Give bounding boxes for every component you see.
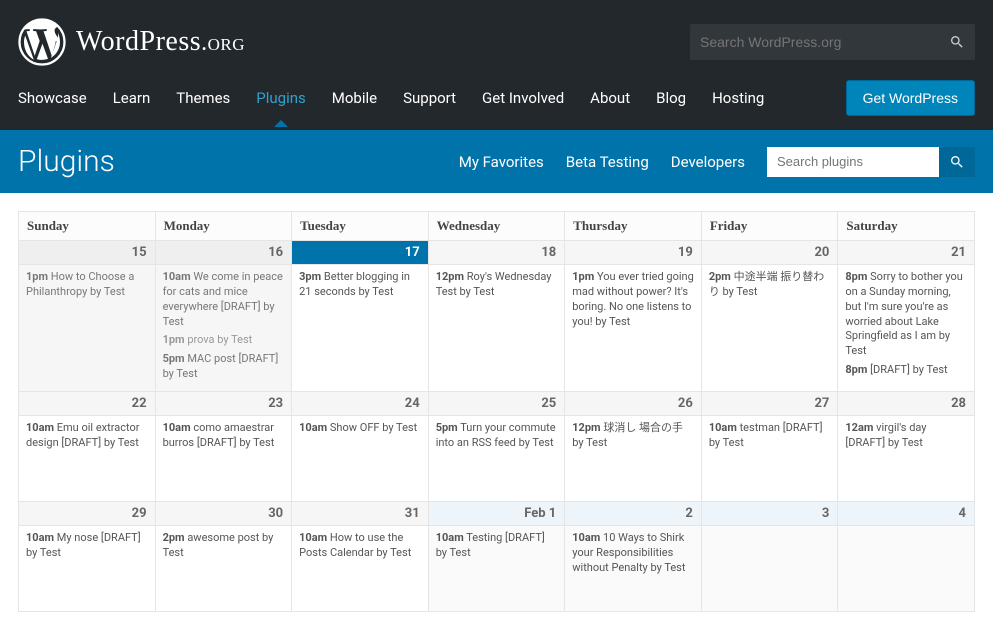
- calendar-event[interactable]: 10am 10 Ways to Shirk your Responsibilit…: [572, 531, 694, 576]
- day-number: 29: [19, 502, 155, 526]
- calendar-event[interactable]: 10am como amaestrar burros [DRAFT] by Te…: [163, 421, 285, 451]
- calendar-event[interactable]: 3pm Better blogging in 21 seconds by Tes…: [299, 270, 421, 300]
- nav-item[interactable]: Learn: [113, 83, 151, 113]
- calendar-day[interactable]: 18 12pm Roy's Wednesday Test by Test: [428, 241, 565, 392]
- calendar-day[interactable]: 23 10am como amaestrar burros [DRAFT] by …: [155, 391, 292, 501]
- calendar-day[interactable]: 25 5pm Turn your commute into an RSS feed…: [428, 391, 565, 501]
- calendar-event[interactable]: 10am Testing [DRAFT] by Test: [436, 531, 558, 561]
- calendar-day[interactable]: 28 12am virgil's day [DRAFT] by Test: [838, 391, 975, 501]
- day-number: 21: [838, 241, 974, 265]
- day-number: 31: [292, 502, 428, 526]
- calendar-event[interactable]: 10am We come in peace for cats and mice …: [163, 270, 285, 329]
- calendar-day[interactable]: 24 10am Show OFF by Test: [292, 391, 429, 501]
- calendar-day[interactable]: 19 1pm You ever tried going mad without p…: [565, 241, 702, 392]
- day-header: Monday: [155, 212, 292, 241]
- day-number: Feb 1: [429, 502, 565, 526]
- search-icon: [949, 154, 965, 170]
- nav-item[interactable]: Themes: [176, 83, 230, 113]
- day-number: 19: [565, 241, 701, 265]
- calendar-event[interactable]: 5pm MAC post [DRAFT] by Test: [163, 352, 285, 382]
- nav-item[interactable]: Showcase: [18, 83, 87, 113]
- day-number: 28: [838, 392, 974, 416]
- nav-item[interactable]: Blog: [656, 83, 686, 113]
- calendar-event[interactable]: 10am My nose [DRAFT] by Test: [26, 531, 148, 561]
- calendar-event[interactable]: 12pm Roy's Wednesday Test by Test: [436, 270, 558, 300]
- day-number: 18: [429, 241, 565, 265]
- nav-item[interactable]: Get Involved: [482, 83, 564, 113]
- calendar-event[interactable]: 5pm Turn your commute into an RSS feed b…: [436, 421, 558, 451]
- day-header: Thursday: [565, 212, 702, 241]
- calendar-event[interactable]: 1pm prova by Test: [163, 333, 285, 348]
- day-header: Sunday: [19, 212, 156, 241]
- day-number: 23: [156, 392, 292, 416]
- search-icon: [949, 34, 965, 50]
- link-developers[interactable]: Developers: [671, 153, 745, 171]
- nav-item[interactable]: Hosting: [712, 83, 764, 113]
- day-number: 15: [19, 241, 155, 265]
- day-header: Saturday: [838, 212, 975, 241]
- day-number: 24: [292, 392, 428, 416]
- day-number: 30: [156, 502, 292, 526]
- day-header: Wednesday: [428, 212, 565, 241]
- calendar-event[interactable]: 12am virgil's day [DRAFT] by Test: [845, 421, 967, 451]
- global-search[interactable]: [690, 24, 975, 60]
- calendar-event[interactable]: 8pm [DRAFT] by Test: [845, 363, 967, 378]
- day-number: 27: [702, 392, 838, 416]
- top-bar: WordPress.org Showcase Learn Themes Plugins…: [0, 0, 993, 130]
- calendar-day[interactable]: 27 10am testman [DRAFT] by Test: [701, 391, 838, 501]
- site-name: WordPress: [76, 26, 201, 57]
- plugin-search: [767, 147, 975, 177]
- page-title: Plugins: [18, 144, 115, 179]
- calendar-event[interactable]: 12pm 球消し 場合の手 by Test: [572, 421, 694, 451]
- plugin-search-input[interactable]: [767, 147, 939, 177]
- site-logo[interactable]: WordPress.org: [18, 18, 245, 66]
- nav-item[interactable]: About: [590, 83, 630, 113]
- section-header: Plugins My Favorites Beta Testing Develo…: [0, 130, 993, 193]
- calendar-event[interactable]: 1pm You ever tried going mad without pow…: [572, 270, 694, 329]
- link-beta-testing[interactable]: Beta Testing: [566, 153, 649, 171]
- calendar-day[interactable]: 22 10am Emu oil extractor design [DRAFT] …: [19, 391, 156, 501]
- nav-item[interactable]: Mobile: [332, 83, 377, 113]
- calendar-day[interactable]: 17 3pm Better blogging in 21 seconds by T…: [292, 241, 429, 392]
- global-search-input[interactable]: [700, 34, 949, 50]
- nav-item[interactable]: Support: [403, 83, 456, 113]
- primary-nav: Showcase Learn Themes Plugins Mobile Support G…: [18, 83, 764, 113]
- calendar-event[interactable]: 2pm awesome post by Test: [163, 531, 285, 561]
- calendar-day[interactable]: 26 12pm 球消し 場合の手 by Test: [565, 391, 702, 501]
- day-number: 25: [429, 392, 565, 416]
- nav-item[interactable]: Plugins: [256, 83, 305, 113]
- calendar-day[interactable]: 21 8pm Sorry to bother you on a Sunday mo…: [838, 241, 975, 392]
- calendar-day[interactable]: 16 10am We come in peace for cats and mic…: [155, 241, 292, 392]
- day-number: 3: [702, 502, 838, 526]
- calendar-event[interactable]: 10am Emu oil extractor design [DRAFT] by…: [26, 421, 148, 451]
- content-area: SundayMondayTuesdayWednesdayThursdayFrid…: [0, 193, 993, 630]
- calendar-event[interactable]: 2pm 中途半端 振り替わり by Test: [709, 270, 831, 300]
- calendar-day[interactable]: 15 1pm How to Choose a Philanthropy by Te…: [19, 241, 156, 392]
- posts-calendar: SundayMondayTuesdayWednesdayThursdayFrid…: [18, 211, 975, 612]
- calendar-event[interactable]: 10am Show OFF by Test: [299, 421, 421, 436]
- get-wordpress-button[interactable]: Get WordPress: [846, 80, 975, 116]
- day-number: 22: [19, 392, 155, 416]
- calendar-event[interactable]: 8pm Sorry to bother you on a Sunday morn…: [845, 270, 967, 359]
- day-number: 4: [838, 502, 974, 526]
- day-number: 2: [565, 502, 701, 526]
- calendar-event[interactable]: 1pm How to Choose a Philanthropy by Test: [26, 270, 148, 300]
- calendar-event[interactable]: 10am testman [DRAFT] by Test: [709, 421, 831, 451]
- day-header: Friday: [701, 212, 838, 241]
- calendar-event[interactable]: 10am How to use the Posts Calendar by Te…: [299, 531, 421, 561]
- calendar-day[interactable]: 20 2pm 中途半端 振り替わり by Test: [701, 241, 838, 392]
- day-header: Tuesday: [292, 212, 429, 241]
- wordpress-logo-icon: [18, 18, 66, 66]
- day-number: 16: [156, 241, 292, 265]
- day-number: 17: [292, 241, 428, 265]
- plugin-search-button[interactable]: [939, 147, 975, 177]
- site-tld: .org: [201, 30, 245, 56]
- link-my-favorites[interactable]: My Favorites: [459, 153, 544, 171]
- day-number: 26: [565, 392, 701, 416]
- day-number: 20: [702, 241, 838, 265]
